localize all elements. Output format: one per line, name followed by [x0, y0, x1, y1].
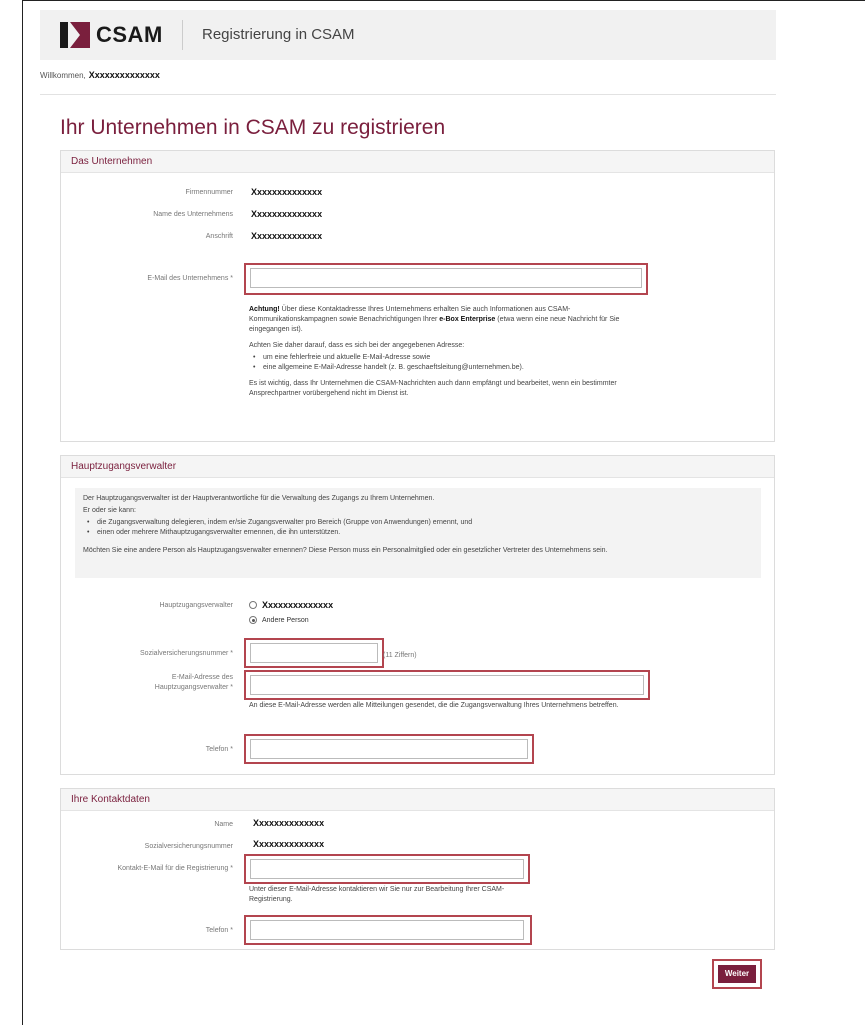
- admin-info-bullet: die Zugangsverwaltung delegieren, indem …: [83, 518, 753, 528]
- submit-button[interactable]: Weiter: [718, 965, 756, 983]
- admin-email-label-1: E-Mail-Adresse des: [171, 674, 233, 681]
- contact-email-note: Unter dieser E-Mail-Adresse kontaktieren…: [249, 886, 505, 903]
- logo-text: CSAM: [96, 22, 163, 47]
- company-email-label: E-Mail des Unternehmens *: [147, 275, 233, 282]
- contact-name-label: Name: [214, 821, 233, 828]
- app-header: CSAM Registrierung in CSAM: [40, 10, 776, 60]
- admin-phone-label: Telefon *: [205, 746, 233, 753]
- admin-choice-label: Hauptzugangsverwalter: [159, 602, 233, 609]
- note-bullet: um eine fehlerfreie und aktuelle E-Mail-…: [249, 353, 649, 363]
- admin-info-bullets: die Zugangsverwaltung delegieren, indem …: [83, 518, 753, 538]
- welcome-username: Xxxxxxxxxxxxxx: [88, 70, 160, 80]
- note-p2: Achten Sie daher darauf, dass es sich be…: [249, 342, 465, 349]
- note-bullets: um eine fehlerfreie und aktuelle E-Mail-…: [249, 353, 649, 373]
- header-divider: [182, 20, 183, 50]
- welcome-prefix: Willkommen,: [40, 71, 86, 80]
- admin-ssn-highlight: [244, 638, 384, 668]
- admin-email-highlight: [244, 670, 650, 700]
- contact-panel: Ihre Kontaktdaten Name Xxxxxxxxxxxxxx So…: [60, 788, 775, 950]
- admin-info-p1: Der Hauptzugangsverwalter ist der Hauptv…: [83, 495, 435, 502]
- contact-phone-label: Telefon *: [205, 927, 233, 934]
- admin-option-self[interactable]: Xxxxxxxxxxxxxx: [249, 600, 333, 610]
- note-p3: Es ist wichtig, dass Ihr Unternehmen die…: [249, 380, 617, 397]
- admin-ssn-hint: (11 Ziffern): [383, 652, 417, 659]
- admin-phone-highlight: [244, 734, 534, 764]
- admin-info-box: Der Hauptzugangsverwalter ist der Hauptv…: [75, 488, 761, 578]
- radio-selected-icon: [249, 616, 257, 624]
- admin-info-p3: Möchten Sie eine andere Person als Haupt…: [83, 547, 608, 554]
- note-bullet: eine allgemeine E-Mail-Adresse handelt (…: [249, 363, 649, 373]
- company-email-note: Achtung! Über diese Kontaktadresse Ihres…: [249, 305, 649, 399]
- admin-info-bullet: einen oder mehrere Mithauptzugangsverwal…: [83, 528, 753, 538]
- contact-panel-heading: Ihre Kontaktdaten: [61, 789, 774, 811]
- company-address-label: Anschrift: [205, 233, 233, 240]
- company-number-label: Firmennummer: [185, 189, 233, 196]
- company-name-value: Xxxxxxxxxxxxxx: [251, 209, 323, 219]
- contact-ssn-label: Sozialversicherungsnummer: [144, 843, 233, 850]
- admin-panel: Hauptzugangsverwalter Der Hauptzugangsve…: [60, 455, 775, 775]
- admin-option-other-label: Andere Person: [262, 616, 309, 624]
- header-separator: [40, 94, 776, 95]
- company-panel-heading: Das Unternehmen: [61, 151, 774, 173]
- contact-name-value: Xxxxxxxxxxxxxx: [253, 818, 325, 828]
- admin-email-note: An diese E-Mail-Adresse werden alle Mitt…: [249, 702, 619, 709]
- page-title: Ihr Unternehmen in CSAM zu registrieren: [60, 116, 446, 139]
- admin-info-p2: Er oder sie kann:: [83, 507, 136, 514]
- admin-option-other[interactable]: Andere Person: [249, 616, 309, 624]
- admin-email-label-2: Hauptzugangsverwalter *: [154, 684, 233, 691]
- radio-icon: [249, 601, 257, 609]
- contact-phone-highlight: [244, 915, 532, 945]
- admin-option-self-label: Xxxxxxxxxxxxxx: [262, 600, 334, 610]
- contact-email-highlight: [244, 854, 530, 884]
- company-email-highlight: [244, 263, 648, 295]
- company-address-value: Xxxxxxxxxxxxxx: [251, 231, 323, 241]
- contact-ssn-value: Xxxxxxxxxxxxxx: [253, 839, 325, 849]
- header-title: Registrierung in CSAM: [202, 26, 355, 43]
- note-warning: Achtung!: [249, 306, 280, 313]
- company-number-value: Xxxxxxxxxxxxxx: [251, 187, 323, 197]
- note-ebox: e-Box Enterprise: [439, 316, 496, 323]
- admin-ssn-label: Sozialversicherungsnummer *: [140, 650, 233, 657]
- company-name-label: Name des Unternehmens: [153, 211, 233, 218]
- contact-email-label: Kontakt-E-Mail für die Registrierung *: [117, 865, 233, 872]
- csam-logo-icon: [60, 22, 90, 48]
- admin-panel-heading: Hauptzugangsverwalter: [61, 456, 774, 478]
- welcome-text: Willkommen, Xxxxxxxxxxxxxx: [40, 70, 160, 80]
- company-panel: Das Unternehmen Firmennummer Xxxxxxxxxxx…: [60, 150, 775, 442]
